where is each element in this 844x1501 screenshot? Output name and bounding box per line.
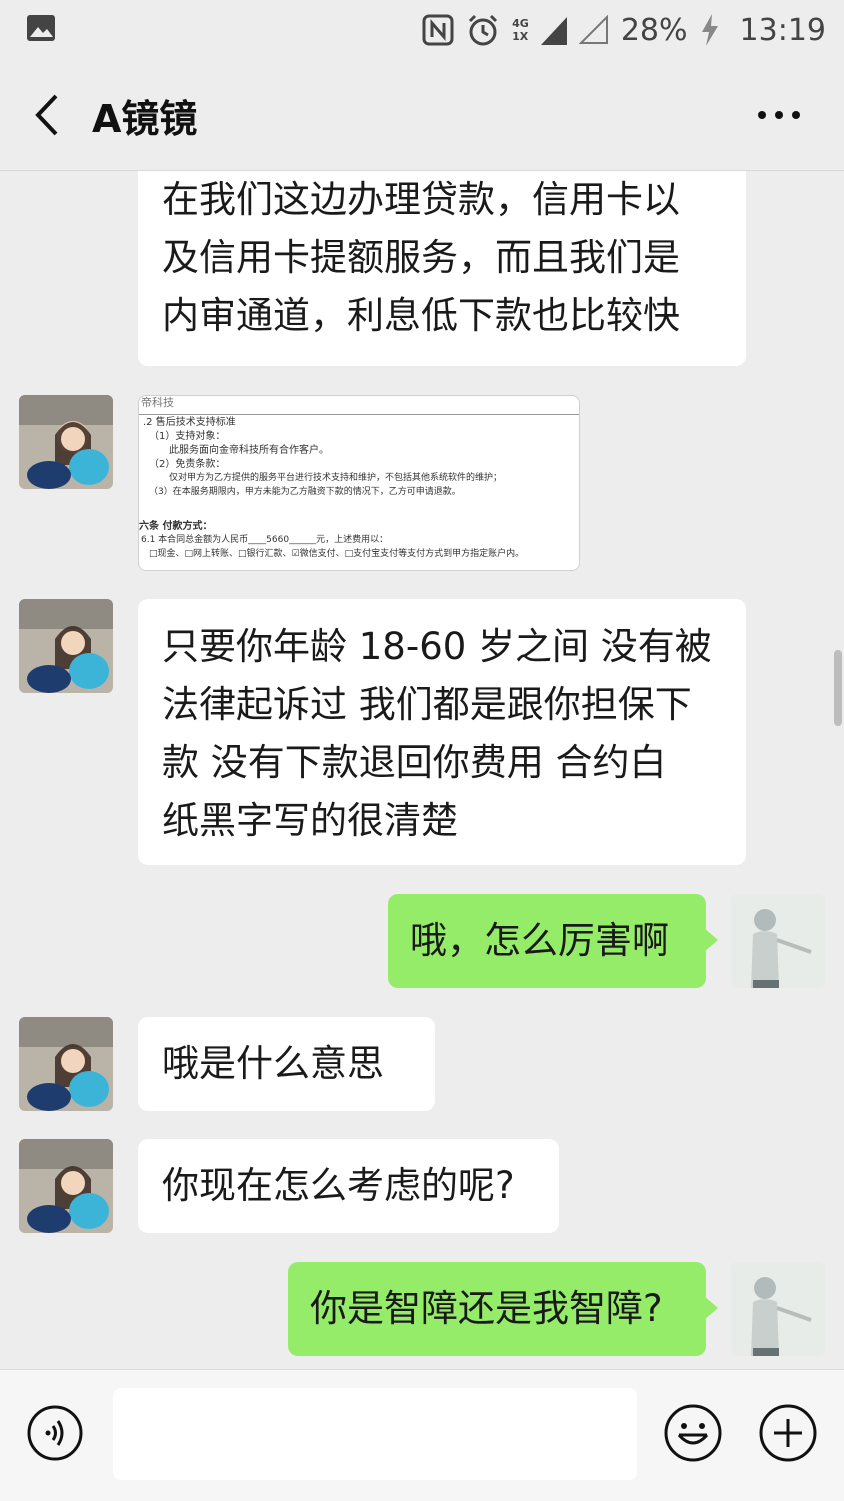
input-bar	[0, 1369, 844, 1501]
message-line: 只要你年龄 18-60 岁之间 没有被	[162, 625, 712, 668]
doc-line: .2 售后技术支持标准	[143, 417, 236, 428]
chat-title: A镜镜	[92, 97, 198, 141]
doc-line: （2）免责条款：	[149, 459, 226, 470]
plus-icon[interactable]	[758, 1403, 818, 1463]
more-options-icon[interactable]	[754, 100, 804, 130]
signal-full-icon	[540, 17, 567, 45]
message-line: 及信用卡提额服务，而且我们是	[162, 236, 680, 279]
clock: 13:19	[739, 12, 826, 48]
outgoing-message[interactable]: 哦，怎么厉害啊	[388, 894, 718, 988]
my-avatar[interactable]	[731, 894, 825, 988]
contact-avatar[interactable]	[19, 395, 113, 489]
doc-line: 六条 付款方式：	[139, 521, 213, 532]
my-avatar[interactable]	[731, 1262, 825, 1356]
contact-avatar[interactable]	[19, 1017, 113, 1111]
message-line: 哦是什么意思	[162, 1042, 384, 1085]
voice-icon[interactable]	[26, 1404, 84, 1462]
signal-empty-icon	[578, 15, 608, 44]
network-type: 4G 1X	[512, 17, 529, 43]
message-line: 你是智障还是我智障?	[310, 1287, 663, 1330]
doc-header: 帝科技	[139, 396, 579, 415]
doc-line: （3）在本服务期限内，甲方未能为乙方融资下款的情况下，乙方可申请退款。	[149, 487, 461, 497]
doc-line: □现金、□网上转账、□银行汇款、☑微信支付、□支付宝支付等支付方式到甲方指定账户…	[149, 549, 525, 559]
emoji-icon[interactable]	[663, 1403, 723, 1463]
chat-scrollbar[interactable]	[834, 650, 842, 726]
message-line: 法律起诉过 我们都是跟你担保下	[162, 683, 692, 726]
incoming-message[interactable]: 只要你年龄 18-60 岁之间 没有被 法律起诉过 我们都是跟你担保下 款 没有…	[138, 599, 746, 865]
nfc-icon	[422, 14, 454, 46]
incoming-message[interactable]: 你现在怎么考虑的呢?	[138, 1139, 559, 1233]
message-input[interactable]	[113, 1388, 637, 1480]
incoming-message[interactable]: 哦是什么意思	[138, 1017, 435, 1111]
message-line: 款 没有下款退回你费用 合约白	[162, 741, 667, 784]
message-line: 纸黑字写的很清楚	[162, 799, 458, 842]
contact-avatar[interactable]	[19, 599, 113, 693]
message-line: 你现在怎么考虑的呢?	[162, 1164, 515, 1207]
charging-icon	[701, 14, 718, 46]
message-line: 内审通道，利息低下款也比较快	[162, 294, 680, 337]
doc-line: 6.1 本合同总金额为人民币____5660______元，上述费用以：	[141, 535, 389, 545]
message-line: 哦，怎么厉害啊	[410, 919, 669, 962]
message-list[interactable]: 在我们这边办理贷款，信用卡以 及信用卡提额服务，而且我们是 内审通道，利息低下款…	[0, 171, 844, 1369]
battery-percent: 28%	[620, 12, 688, 48]
doc-line: 仅对甲方为乙方提供的服务平台进行技术支持和维护，不包括其他系统软件的维护；	[169, 473, 503, 483]
chat-header: A镜镜	[0, 60, 844, 171]
contact-avatar[interactable]	[19, 1139, 113, 1233]
incoming-message[interactable]: 在我们这边办理贷款，信用卡以 及信用卡提额服务，而且我们是 内审通道，利息低下款…	[138, 171, 746, 366]
back-arrow-icon[interactable]	[30, 90, 66, 140]
message-line: 在我们这边办理贷款，信用卡以	[162, 178, 680, 221]
doc-line: （1）支持对象：	[149, 431, 226, 442]
doc-line: 此服务面向金帝科技所有合作客户。	[169, 445, 329, 456]
status-bar: 4G 1X 28% 13:19	[0, 0, 844, 60]
alarm-icon	[469, 14, 498, 46]
gallery-notification-icon	[27, 15, 55, 41]
outgoing-message[interactable]: 你是智障还是我智障?	[288, 1262, 718, 1356]
contract-image-message[interactable]: 帝科技 .2 售后技术支持标准 （1）支持对象： 此服务面向金帝科技所有合作客户…	[138, 395, 580, 571]
